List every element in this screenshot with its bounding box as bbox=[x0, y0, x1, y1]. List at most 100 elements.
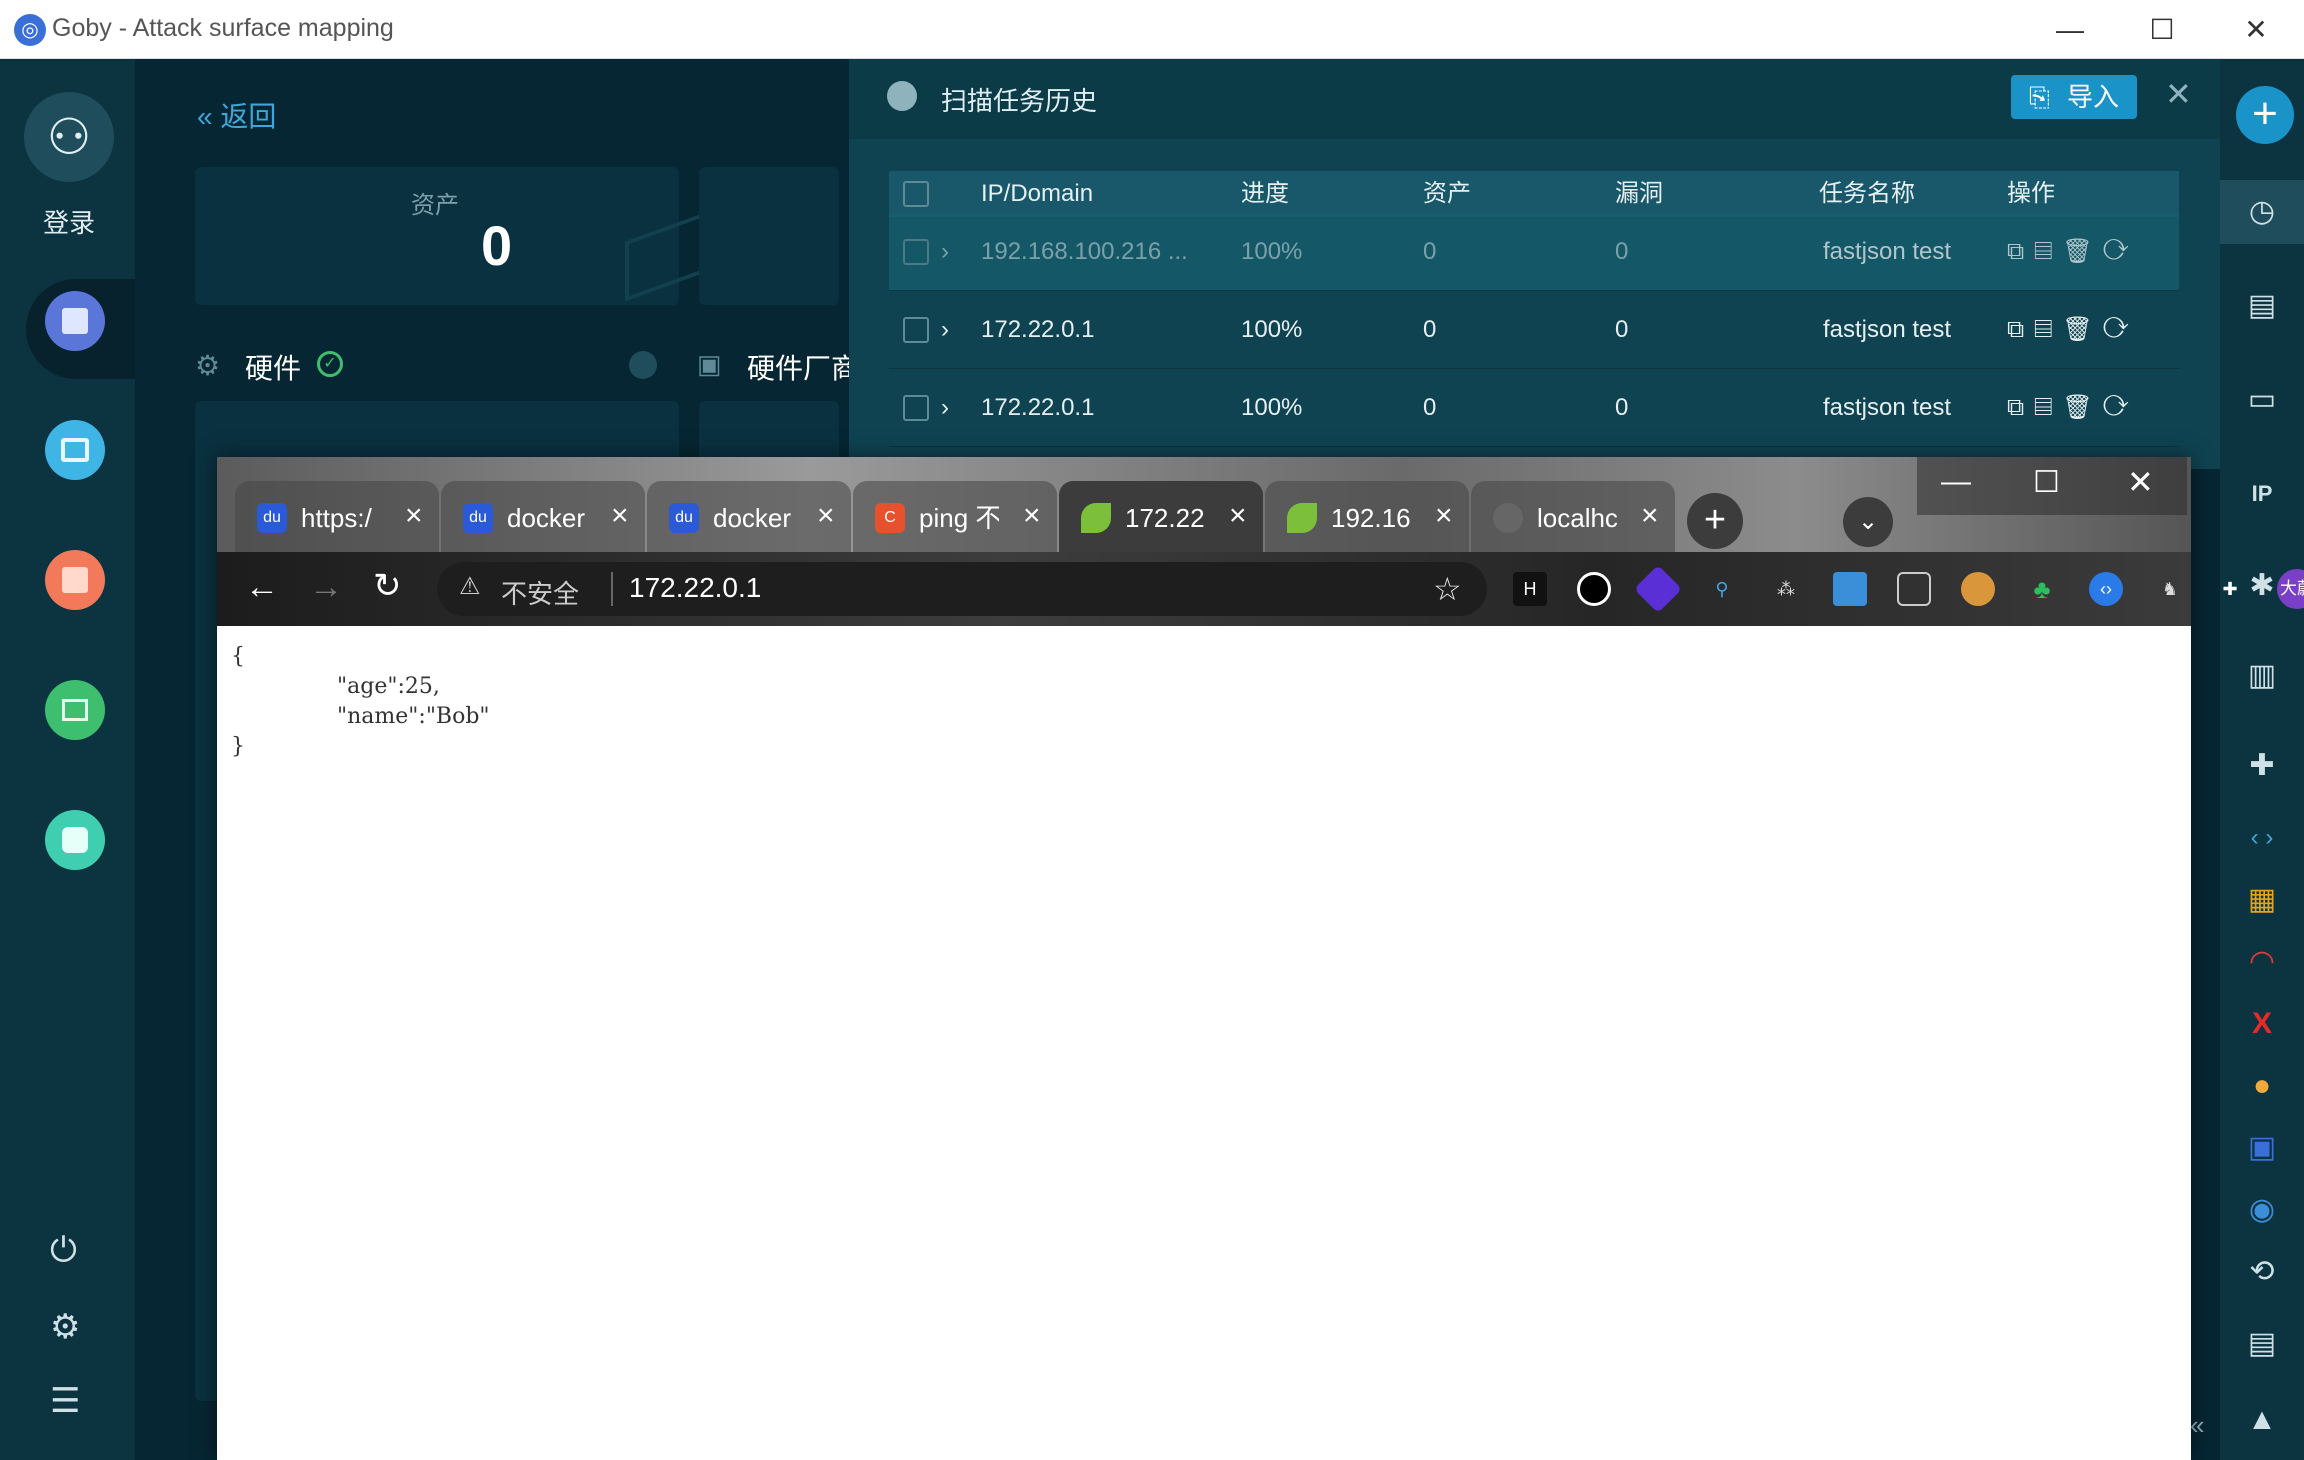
delete-icon[interactable]: 🗑 bbox=[2062, 316, 2102, 343]
minimize-icon[interactable]: — bbox=[2040, 10, 2100, 50]
history-close-icon[interactable]: ✕ bbox=[2165, 75, 2192, 113]
browser-tab[interactable]: 192.16 × bbox=[1265, 481, 1469, 552]
sidebar-item-vulnerabilities[interactable] bbox=[45, 550, 105, 610]
maximize-icon[interactable]: ☐ bbox=[2132, 10, 2192, 50]
rescan-icon[interactable]: ⟳ bbox=[2103, 316, 2139, 343]
warning-icon[interactable]: ▲ bbox=[2238, 1396, 2286, 1444]
browser-tab[interactable]: du https:/ × bbox=[235, 481, 439, 552]
document-icon[interactable]: ▤ bbox=[2238, 282, 2286, 330]
url-text[interactable]: 172.22.0.1 bbox=[629, 572, 761, 604]
expand-chevron-icon[interactable]: › bbox=[941, 369, 949, 447]
windows-icon[interactable]: ▦ bbox=[2238, 876, 2286, 924]
power-icon[interactable]: ⏻ bbox=[50, 1231, 77, 1270]
table-row[interactable]: › 172.22.0.1 100% 0 0 fastjson test ⧉▤🗑⟳ bbox=[889, 369, 2179, 447]
browser-tab[interactable]: localhc × bbox=[1471, 481, 1675, 552]
scan-history-header: 扫描任务历史 ⎘ 导入 ✕ bbox=[849, 59, 2221, 139]
log-icon[interactable]: ▤ bbox=[2238, 1320, 2286, 1368]
reload-icon[interactable]: ↻ bbox=[373, 566, 402, 606]
redis-icon[interactable]: ◠ bbox=[2238, 938, 2286, 986]
browser-tab[interactable]: du docker × bbox=[647, 481, 851, 552]
browser-maximize-icon[interactable]: ☐ bbox=[2033, 465, 2060, 500]
tab-close-icon[interactable]: × bbox=[611, 499, 629, 533]
extension-gem-icon[interactable] bbox=[1633, 564, 1683, 614]
settings-gear-icon[interactable]: ⚙ bbox=[50, 1307, 80, 1347]
row-checkbox[interactable] bbox=[903, 317, 929, 343]
tab-close-icon[interactable]: × bbox=[405, 499, 423, 533]
forward-arrow-icon[interactable]: → bbox=[309, 568, 343, 607]
open-icon[interactable]: ⧉ bbox=[2007, 316, 2034, 343]
vendor-icon: ▣ bbox=[697, 349, 722, 379]
delete-icon[interactable]: 🗑 bbox=[2062, 394, 2102, 421]
expand-chevron-icon[interactable]: › bbox=[941, 291, 949, 369]
notebook-icon[interactable]: ▣ bbox=[2238, 1124, 2286, 1172]
ip-icon[interactable]: IP bbox=[2238, 470, 2286, 518]
sync-icon[interactable]: ⟲ bbox=[2238, 1248, 2286, 1296]
skype-icon[interactable]: ◉ bbox=[2238, 1186, 2286, 1234]
browser-tab-active[interactable]: 172.22 × bbox=[1059, 481, 1263, 552]
sidebar-item-assets[interactable] bbox=[45, 420, 105, 480]
sidebar-item-reports[interactable] bbox=[45, 680, 105, 740]
browser-close-icon[interactable]: ✕ bbox=[2127, 463, 2154, 501]
browser-tab[interactable]: C ping 不 × bbox=[853, 481, 1057, 552]
extension-pin-icon[interactable]: ⚲ bbox=[1705, 572, 1739, 606]
tab-close-icon[interactable]: × bbox=[1435, 499, 1453, 533]
chevron-right-icon[interactable] bbox=[629, 351, 657, 379]
tab-close-icon[interactable]: × bbox=[817, 499, 835, 533]
database-icon[interactable]: ● bbox=[2238, 1062, 2286, 1110]
bookmark-star-icon[interactable]: ☆ bbox=[1433, 570, 1462, 608]
puzzle-tool-icon[interactable]: ✚ bbox=[2238, 742, 2286, 790]
browser-tab[interactable]: du docker × bbox=[441, 481, 645, 552]
history-clock-icon[interactable]: ◷ bbox=[2238, 188, 2286, 236]
asset-card: 资产 0 bbox=[195, 167, 705, 305]
table-row[interactable]: › 172.22.0.1 100% 0 0 fastjson test ⧉▤🗑⟳ bbox=[889, 291, 2179, 369]
monitor-icon[interactable]: ▭ bbox=[2238, 376, 2286, 424]
user-avatar-icon[interactable]: ⚇ bbox=[24, 92, 114, 182]
tab-close-icon[interactable]: × bbox=[1229, 499, 1247, 533]
extension-figure-icon[interactable]: ♞ bbox=[2153, 572, 2187, 606]
open-icon[interactable]: ⧉ bbox=[2007, 238, 2034, 265]
select-all-checkbox[interactable] bbox=[903, 181, 929, 207]
sidebar-item-scan[interactable] bbox=[45, 291, 105, 351]
browser-minimize-icon[interactable]: — bbox=[1941, 465, 1971, 499]
cookie-icon[interactable] bbox=[1961, 572, 1995, 606]
tab-close-icon[interactable]: × bbox=[1023, 499, 1041, 533]
row-actions: ⧉▤🗑⟳ bbox=[2007, 213, 2139, 291]
menu-icon[interactable]: ☰ bbox=[50, 1381, 80, 1421]
add-task-plus-icon[interactable]: + bbox=[2236, 86, 2294, 144]
code-icon[interactable]: ‹ › bbox=[2238, 814, 2286, 862]
address-bar[interactable]: ⚠ 不安全 172.22.0.1 ☆ bbox=[437, 562, 1487, 616]
delete-icon[interactable]: 🗑 bbox=[2062, 238, 2102, 265]
row-checkbox[interactable] bbox=[903, 239, 929, 265]
rescan-icon[interactable]: ⟳ bbox=[2103, 394, 2139, 421]
tab-search-chevron-icon[interactable]: ⌄ bbox=[1843, 497, 1893, 547]
tab-label: docker bbox=[507, 503, 586, 533]
extension-circle-icon[interactable] bbox=[1577, 572, 1611, 606]
report-icon[interactable]: ▤ bbox=[2034, 316, 2062, 343]
extension-code-icon[interactable]: ‹› bbox=[2089, 572, 2123, 606]
collapse-chevron-icon[interactable]: « bbox=[2190, 1410, 2220, 1450]
row-checkbox[interactable] bbox=[903, 395, 929, 421]
login-label[interactable]: 登录 bbox=[43, 203, 95, 240]
x-tool-icon[interactable]: X bbox=[2238, 1000, 2286, 1048]
back-arrow-icon[interactable]: ← bbox=[245, 568, 279, 607]
security-label[interactable]: 不安全 bbox=[501, 574, 579, 611]
tab-close-icon[interactable]: × bbox=[1641, 499, 1659, 533]
extension-box-icon[interactable] bbox=[1833, 572, 1867, 606]
report-icon[interactable]: ▤ bbox=[2034, 394, 2062, 421]
extension-cluster-icon[interactable]: ⁂ bbox=[1769, 572, 1803, 606]
extension-badge-icon[interactable] bbox=[1897, 572, 1931, 606]
back-link[interactable]: « 返回 bbox=[197, 95, 276, 135]
close-icon[interactable]: ✕ bbox=[2226, 10, 2286, 50]
new-tab-plus-icon[interactable]: + bbox=[1687, 493, 1743, 549]
bar-chart-icon[interactable]: ▥ bbox=[2238, 652, 2286, 700]
sidebar-item-plugins[interactable] bbox=[45, 810, 105, 870]
extensions-puzzle-icon[interactable]: ✚ bbox=[2213, 572, 2247, 606]
import-button[interactable]: ⎘ 导入 bbox=[2011, 75, 2137, 119]
table-row[interactable]: › 192.168.100.216 ... 100% 0 0 fastjson … bbox=[889, 213, 2179, 291]
expand-chevron-icon[interactable]: › bbox=[941, 213, 949, 291]
rescan-icon[interactable]: ⟳ bbox=[2103, 238, 2139, 265]
open-icon[interactable]: ⧉ bbox=[2007, 394, 2034, 421]
report-icon[interactable]: ▤ bbox=[2034, 238, 2062, 265]
extension-h-icon[interactable]: H bbox=[1513, 572, 1547, 606]
evernote-icon[interactable]: ♣ bbox=[2025, 572, 2059, 606]
